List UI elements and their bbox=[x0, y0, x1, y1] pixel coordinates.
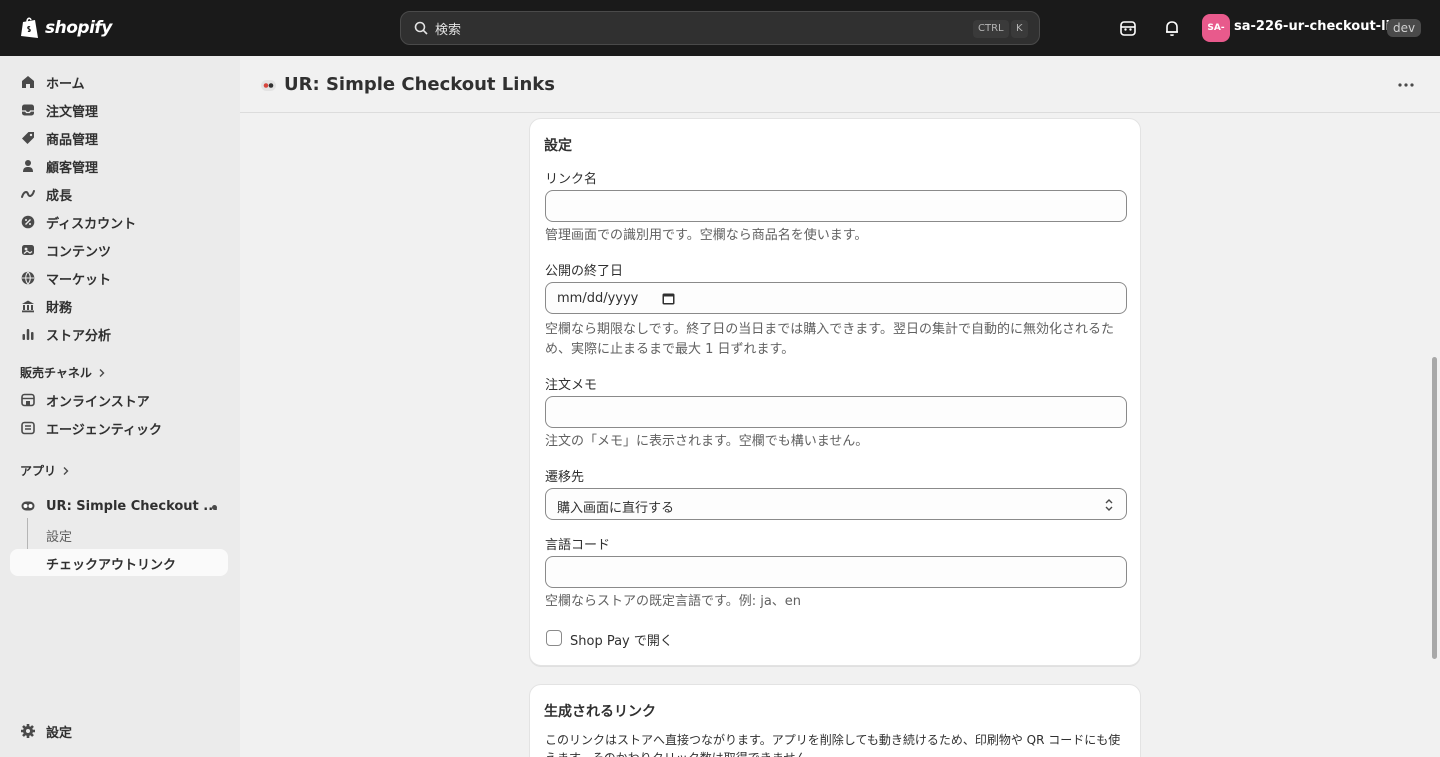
shop-pay-label[interactable]: Shop Pay で開く bbox=[570, 630, 673, 649]
shopify-logo[interactable]: shopify bbox=[20, 15, 112, 41]
app-logo-icon bbox=[21, 501, 35, 511]
shortcut-k-key: K bbox=[1011, 20, 1028, 38]
settings-card-title: 設定 bbox=[544, 138, 572, 154]
app-pin-dot[interactable] bbox=[212, 505, 217, 510]
sidebar-item-online-store[interactable]: オンラインストア bbox=[10, 386, 228, 414]
end-date-input[interactable]: mm/dd/yyyy bbox=[545, 282, 1127, 314]
generated-link-card: 生成されるリンク このリンクはストアへ直接つながります。アプリを削除しても動き続… bbox=[529, 684, 1141, 757]
sidebar-item-agentic[interactable]: エージェンティック bbox=[10, 414, 228, 442]
analytics-icon bbox=[22, 329, 34, 340]
sidebar-item-label: UR: Simple Checkout ... bbox=[46, 498, 219, 514]
chevron-right-icon bbox=[63, 466, 69, 475]
search-input[interactable]: 検索 CTRL K bbox=[400, 11, 1040, 45]
sidebar-item-label: 設定 bbox=[46, 725, 73, 741]
sidebar-subitem-checkout-links-label: チェックアウトリンク bbox=[46, 558, 177, 573]
sidebar-item-products[interactable]: 商品管理 bbox=[10, 124, 228, 152]
sidebar-item-label: 注文管理 bbox=[46, 104, 99, 120]
sidebar-item-finance[interactable]: 財務 bbox=[10, 292, 228, 320]
sidebar-item-customers[interactable]: 顧客管理 bbox=[10, 152, 228, 180]
link-name-help: 管理画面での識別用です。空欄なら商品名を使います。 bbox=[545, 228, 868, 243]
generated-link-description: このリンクはストアへ直接つながります。アプリを削除しても動き続けるため、印刷物や… bbox=[545, 733, 1121, 757]
sidebar-item-label: 財務 bbox=[46, 300, 73, 316]
end-date-help: 空欄なら期限なしです。終了日の当日までは購入できます。翌日の集計で自動的に無効化… bbox=[545, 322, 1115, 357]
sidebar-item-orders[interactable]: 注文管理 bbox=[10, 96, 228, 124]
shortcut-ctrl-key: CTRL bbox=[973, 20, 1009, 38]
sidebar-item-label: エージェンティック bbox=[46, 422, 162, 438]
scrollbar-thumb[interactable] bbox=[1432, 357, 1437, 659]
destination-selected-value: 購入画面に直行する bbox=[557, 501, 675, 516]
sidebar-item-label: 成長 bbox=[46, 188, 73, 204]
app-header: UR: Simple Checkout Links bbox=[240, 56, 1440, 113]
destination-label: 遷移先 bbox=[545, 470, 585, 485]
apps-header[interactable]: アプリ bbox=[20, 462, 70, 479]
store-icon bbox=[21, 393, 35, 407]
gear-icon bbox=[21, 724, 35, 738]
sidebar-item-label: オンラインストア bbox=[46, 394, 150, 410]
apps-label: アプリ bbox=[20, 464, 57, 478]
inbox-icon bbox=[22, 104, 34, 116]
shopify-wordmark: shopify bbox=[45, 18, 112, 38]
sidebar-item-label: 商品管理 bbox=[46, 132, 99, 148]
bell-icon[interactable] bbox=[1162, 18, 1182, 38]
sidebar-subitem-settings[interactable]: 設定 bbox=[46, 526, 72, 545]
sidebar-item-growth[interactable]: 成長 bbox=[10, 180, 228, 208]
tag-icon bbox=[22, 132, 34, 144]
language-code-label: 言語コード bbox=[545, 538, 611, 553]
person-icon bbox=[23, 160, 33, 172]
language-code-input[interactable] bbox=[545, 556, 1127, 588]
sidebar-item-content[interactable]: コンテンツ bbox=[10, 236, 228, 264]
sidebar-item-label: ストア分析 bbox=[46, 328, 112, 344]
calendar-icon[interactable] bbox=[662, 292, 675, 305]
order-note-label: 注文メモ bbox=[545, 378, 598, 393]
order-note-help: 注文の「メモ」に表示されます。空欄でも構いません。 bbox=[545, 434, 869, 449]
end-date-label: 公開の終了日 bbox=[545, 264, 624, 279]
page-title: UR: Simple Checkout Links bbox=[284, 74, 555, 95]
sales-channels-label: 販売チャネル bbox=[20, 366, 92, 380]
sidebar-item-markets[interactable]: マーケット bbox=[10, 264, 228, 292]
shop-pay-checkbox[interactable] bbox=[546, 630, 562, 646]
chevron-right-icon bbox=[99, 368, 105, 377]
end-date-placeholder: mm/dd/yyyy bbox=[557, 291, 639, 306]
sidebar-item-analytics[interactable]: ストア分析 bbox=[10, 320, 228, 348]
app-logo-icon bbox=[261, 80, 276, 91]
order-note-input[interactable] bbox=[545, 396, 1127, 428]
shopify-bag-icon bbox=[21, 17, 38, 38]
env-badge: dev bbox=[1387, 19, 1422, 37]
sidebar-item-settings[interactable]: 設定 bbox=[10, 717, 228, 745]
select-chevron-icon bbox=[1105, 499, 1113, 511]
avatar[interactable]: SA- bbox=[1202, 14, 1230, 42]
top-bar: shopify 検索 CTRL K SA- sa-226-ur-checkout… bbox=[0, 0, 1440, 56]
store-icon[interactable] bbox=[1118, 18, 1138, 38]
more-actions-icon[interactable] bbox=[1396, 77, 1416, 93]
sidebar-item-discounts[interactable]: ディスカウント bbox=[10, 208, 228, 236]
sidebar-item-label: ディスカウント bbox=[46, 216, 137, 232]
agentic-icon bbox=[21, 421, 35, 435]
settings-card: 設定 リンク名 管理画面での識別用です。空欄なら商品名を使います。 公開の終了日… bbox=[529, 118, 1141, 666]
generated-link-title: 生成されるリンク bbox=[544, 704, 656, 720]
bank-icon bbox=[22, 300, 34, 313]
scrollbar[interactable] bbox=[1429, 113, 1440, 757]
home-icon bbox=[22, 76, 34, 88]
sales-channels-header[interactable]: 販売チャネル bbox=[20, 364, 106, 381]
sidebar-item-label: マーケット bbox=[46, 272, 112, 288]
sidebar-item-app[interactable]: UR: Simple Checkout ... bbox=[10, 492, 228, 520]
language-code-help: 空欄ならストアの既定言語です。例: ja、en bbox=[545, 594, 802, 609]
growth-icon bbox=[21, 190, 35, 198]
main-content: UR: Simple Checkout Links 設定 リンク名 管理画面での… bbox=[240, 56, 1440, 757]
globe-icon bbox=[21, 271, 35, 285]
content-icon bbox=[22, 245, 34, 255]
destination-select[interactable]: 購入画面に直行する bbox=[545, 488, 1127, 520]
link-name-input[interactable] bbox=[545, 190, 1127, 222]
sidebar-item-label: コンテンツ bbox=[46, 244, 112, 260]
sidebar: ホーム 注文管理 商品管理 顧客管理 成長 ディスカウント コンテンツ マーケッ… bbox=[0, 56, 240, 757]
sidebar-item-home[interactable]: ホーム bbox=[10, 68, 228, 96]
search-placeholder: 検索 bbox=[435, 22, 462, 38]
sidebar-item-label: ホーム bbox=[46, 76, 85, 92]
search-icon bbox=[414, 21, 428, 35]
sidebar-item-label: 顧客管理 bbox=[46, 160, 99, 176]
link-name-label: リンク名 bbox=[545, 172, 598, 187]
discount-icon bbox=[21, 215, 35, 229]
